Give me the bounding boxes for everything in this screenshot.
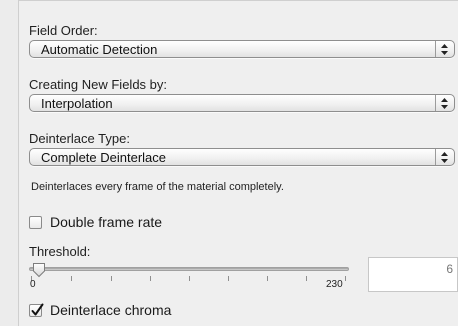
popup-arrows-icon bbox=[435, 41, 454, 57]
field-order-label: Field Order: bbox=[29, 23, 98, 38]
slider-tick bbox=[228, 276, 229, 281]
slider-tick bbox=[345, 276, 346, 281]
threshold-max-label: 230 bbox=[326, 279, 343, 290]
popup-arrows-icon bbox=[435, 95, 454, 111]
slider-tick bbox=[267, 276, 268, 281]
slider-tick bbox=[306, 276, 307, 281]
creating-new-fields-popup[interactable]: Interpolation bbox=[29, 94, 455, 112]
slider-tick bbox=[71, 276, 72, 281]
deinterlace-type-popup[interactable]: Complete Deinterlace bbox=[29, 148, 455, 166]
deinterlace-chroma-checkbox[interactable] bbox=[29, 303, 44, 317]
deinterlace-chroma-checkbox-row[interactable]: Deinterlace chroma bbox=[29, 302, 171, 318]
threshold-slider-thumb[interactable] bbox=[32, 262, 46, 278]
threshold-slider-track[interactable] bbox=[29, 267, 349, 271]
slider-tick bbox=[111, 276, 112, 281]
slider-tick bbox=[150, 276, 151, 281]
deinterlace-chroma-label[interactable]: Deinterlace chroma bbox=[50, 302, 171, 318]
popup-arrows-icon bbox=[435, 149, 454, 165]
threshold-min-label: 0 bbox=[30, 279, 36, 290]
threshold-value-field[interactable]: 6 bbox=[368, 257, 458, 292]
checkmark-icon bbox=[31, 303, 44, 315]
field-order-popup[interactable]: Automatic Detection bbox=[29, 40, 455, 58]
creating-new-fields-selected-value: Interpolation bbox=[41, 96, 113, 111]
double-frame-rate-checkbox[interactable] bbox=[29, 215, 42, 229]
slider-tick bbox=[189, 276, 190, 281]
deinterlace-type-selected-value: Complete Deinterlace bbox=[41, 150, 167, 165]
field-order-selected-value: Automatic Detection bbox=[41, 42, 158, 57]
deinterlace-type-label: Deinterlace Type: bbox=[29, 131, 130, 146]
double-frame-rate-label[interactable]: Double frame rate bbox=[50, 214, 162, 230]
double-frame-rate-checkbox-row[interactable]: Double frame rate bbox=[29, 214, 162, 230]
threshold-slider[interactable]: 0 230 bbox=[29, 262, 351, 292]
threshold-label: Threshold: bbox=[29, 244, 91, 259]
deinterlace-type-description: Deinterlaces every frame of the material… bbox=[31, 181, 284, 193]
creating-new-fields-label: Creating New Fields by: bbox=[29, 77, 167, 92]
